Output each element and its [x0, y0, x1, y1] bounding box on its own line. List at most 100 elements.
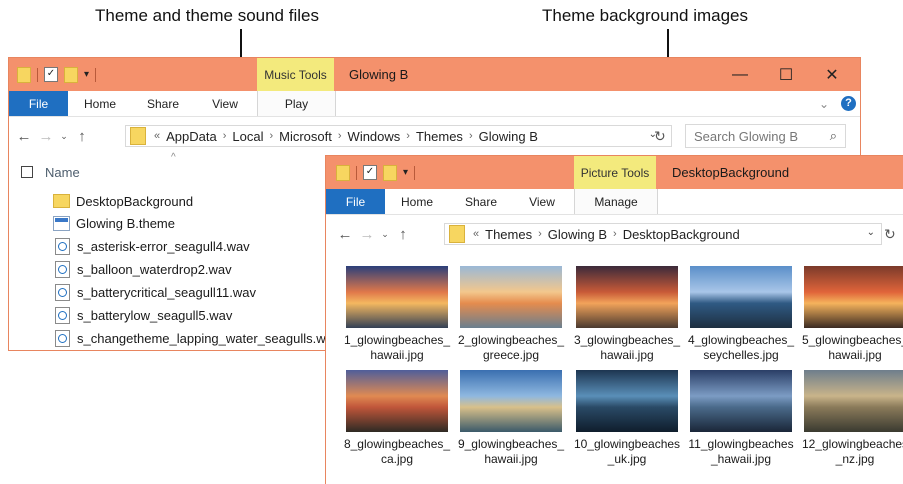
properties-icon[interactable]: ✓	[44, 67, 58, 82]
breadcrumb-themes[interactable]: Themes	[416, 129, 463, 144]
list-item-wav[interactable]: s_batterycritical_seagull11.wav	[53, 281, 256, 303]
close-icon[interactable]: ✕	[809, 58, 855, 91]
breadcrumb-windows[interactable]: Windows	[348, 129, 401, 144]
breadcrumb-appdata[interactable]: AppData	[166, 129, 217, 144]
image-thumbnail[interactable]: 10_glowingbeaches_uk.jpg	[574, 370, 680, 467]
tab-share[interactable]: Share	[135, 91, 191, 116]
qat-separator	[414, 165, 416, 180]
tab-view[interactable]: View	[516, 189, 568, 214]
breadcrumb-separator[interactable]: ›	[338, 130, 342, 142]
new-folder-icon[interactable]	[64, 66, 78, 83]
thumbnail-image	[346, 266, 448, 328]
overflow-chevrons[interactable]: «	[473, 228, 479, 240]
ribbon-expand-icon[interactable]: ⌄	[815, 91, 833, 116]
list-item-wav[interactable]: s_asterisk-error_seagull4.wav	[53, 235, 250, 257]
audio-file-icon	[55, 260, 70, 278]
breadcrumb-separator[interactable]: ›	[613, 228, 617, 240]
tab-home[interactable]: Home	[73, 91, 127, 116]
thumbnail-image	[690, 370, 792, 432]
image-thumbnail[interactable]: 3_glowingbeaches_hawaii.jpg	[574, 266, 680, 363]
address-dropdown-icon[interactable]: ⌄	[867, 227, 875, 238]
list-item-wav[interactable]: s_batterylow_seagull5.wav	[53, 304, 232, 326]
breadcrumb-microsoft[interactable]: Microsoft	[279, 129, 332, 144]
help-icon[interactable]: ?	[841, 96, 856, 111]
tab-manage[interactable]: Manage	[574, 189, 658, 214]
image-thumbnail[interactable]: 1_glowingbeaches_hawaii.jpg	[344, 266, 450, 363]
list-item-theme[interactable]: Glowing B.theme	[53, 212, 175, 234]
thumbnail-image	[346, 370, 448, 432]
address-bar[interactable]: « Themes › Glowing B › DesktopBackground ⌄	[444, 223, 882, 245]
theme-file-icon	[53, 215, 70, 231]
breadcrumb-local[interactable]: Local	[232, 129, 263, 144]
breadcrumb-separator[interactable]: ›	[406, 130, 410, 142]
up-arrow-icon[interactable]: ↑	[392, 226, 414, 243]
select-all-checkbox[interactable]	[21, 166, 33, 178]
file-name: s_batterylow_seagull5.wav	[77, 307, 233, 323]
refresh-icon[interactable]: ↻	[654, 128, 666, 145]
breadcrumb-glowing-b[interactable]: Glowing B	[548, 227, 607, 242]
thumbnail-caption: 12_glowingbeaches_nz.jpg	[801, 437, 903, 466]
customize-qat-icon[interactable]: ▾	[403, 167, 408, 178]
forward-arrow-icon[interactable]: →	[356, 226, 378, 243]
breadcrumb-separator[interactable]: ›	[223, 130, 227, 142]
folder-icon	[449, 225, 465, 243]
explorer-window-desktopbackground: ✓ ▾ Picture Tools DesktopBackground File…	[325, 155, 903, 484]
maximize-icon[interactable]: ☐	[763, 58, 809, 91]
window-title: Glowing B	[349, 67, 409, 82]
customize-qat-icon[interactable]: ▾	[84, 69, 89, 80]
breadcrumb-desktopbackground[interactable]: DesktopBackground	[623, 227, 740, 242]
up-arrow-icon[interactable]: ↑	[71, 128, 93, 145]
breadcrumb-separator[interactable]: ›	[469, 130, 473, 142]
recent-locations-icon[interactable]: ⌄	[57, 131, 71, 142]
forward-arrow-icon[interactable]: →	[35, 128, 57, 145]
search-icon[interactable]: ⌕	[830, 128, 837, 144]
navigation-bar: ← → ⌄ ↑	[13, 124, 93, 148]
tab-file[interactable]: File	[326, 189, 385, 214]
thumbnail-caption: 1_glowingbeaches_hawaii.jpg	[343, 333, 451, 362]
quick-access-toolbar: ✓ ▾	[336, 156, 421, 189]
column-name-label: Name	[45, 164, 80, 180]
properties-icon[interactable]: ✓	[363, 165, 377, 180]
new-folder-icon[interactable]	[383, 164, 397, 181]
refresh-icon[interactable]: ↻	[884, 226, 896, 243]
music-tools-context-tab: Music Tools	[257, 58, 334, 91]
sort-ascending-icon: ^	[171, 152, 176, 163]
back-arrow-icon[interactable]: ←	[334, 226, 356, 243]
tab-share[interactable]: Share	[453, 189, 509, 214]
file-name: s_asterisk-error_seagull4.wav	[77, 238, 250, 254]
file-name: Glowing B.theme	[76, 215, 175, 231]
recent-locations-icon[interactable]: ⌄	[378, 229, 392, 240]
image-thumbnail[interactable]: 12_glowingbeaches_nz.jpg	[802, 370, 903, 467]
search-input[interactable]: Search Glowing B ⌕	[685, 124, 846, 148]
tab-home[interactable]: Home	[390, 189, 444, 214]
image-thumbnail[interactable]: 5_glowingbeaches_hawaii.jpg	[802, 266, 903, 363]
folder-icon	[130, 127, 146, 145]
image-thumbnail[interactable]: 2_glowingbeaches_greece.jpg	[458, 266, 564, 363]
tab-file[interactable]: File	[9, 91, 68, 116]
search-placeholder: Search Glowing B	[694, 128, 799, 144]
column-header-name[interactable]: Name	[21, 162, 80, 182]
minimize-icon[interactable]: —	[717, 58, 763, 91]
breadcrumb-themes[interactable]: Themes	[485, 227, 532, 242]
breadcrumb-separator[interactable]: ›	[269, 130, 273, 142]
callout-theme-files: Theme and theme sound files	[95, 6, 319, 25]
address-bar[interactable]: « AppData › Local › Microsoft › Windows › Th…	[125, 125, 672, 147]
list-item-folder[interactable]: DesktopBackground	[53, 190, 193, 212]
image-thumbnail[interactable]: 4_glowingbeaches_seychelles.jpg	[688, 266, 794, 363]
image-thumbnail[interactable]: 8_glowingbeaches_ca.jpg	[344, 370, 450, 467]
tab-play[interactable]: Play	[257, 91, 336, 116]
back-arrow-icon[interactable]: ←	[13, 128, 35, 145]
thumbnail-image	[804, 266, 903, 328]
breadcrumb-separator[interactable]: ›	[538, 228, 542, 240]
list-item-wav[interactable]: s_changetheme_lapping_water_seagulls.wav	[53, 327, 339, 349]
tab-view[interactable]: View	[199, 91, 251, 116]
image-thumbnail[interactable]: 9_glowingbeaches_hawaii.jpg	[458, 370, 564, 467]
folder-icon	[53, 194, 70, 208]
overflow-chevrons[interactable]: «	[154, 130, 160, 142]
picture-tools-context-tab: Picture Tools	[574, 156, 656, 189]
ribbon-tabs: File Home Share View Manage	[326, 189, 903, 215]
list-item-wav[interactable]: s_balloon_waterdrop2.wav	[53, 258, 232, 280]
thumbnail-caption: 5_glowingbeaches_hawaii.jpg	[801, 333, 903, 362]
breadcrumb-glowing-b[interactable]: Glowing B	[479, 129, 538, 144]
image-thumbnail[interactable]: 11_glowingbeaches_hawaii.jpg	[688, 370, 794, 467]
